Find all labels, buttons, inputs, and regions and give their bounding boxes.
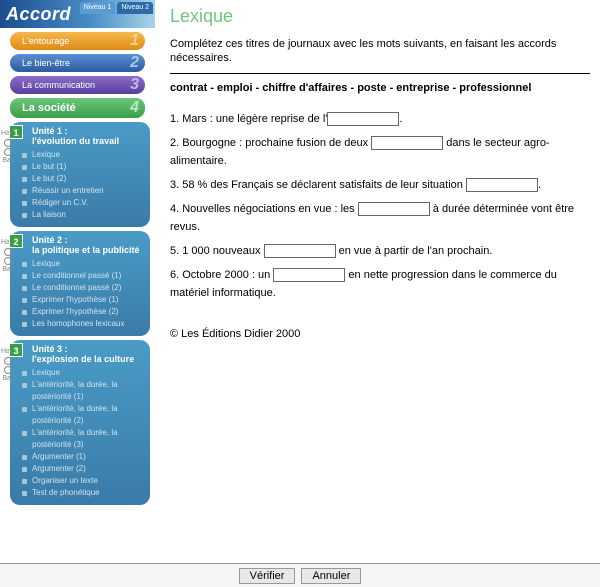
unit-item[interactable]: Rédiger un C.V. [16, 197, 144, 209]
unit-item[interactable]: Lexique [16, 149, 144, 161]
question-text-pre: 1. Mars : une légère reprise de l' [170, 113, 327, 125]
unit-block: HautBas1Unité 1 :l'évolution du travailL… [10, 122, 150, 227]
question-line: 2. Bourgogne : prochaine fusion de deux … [170, 134, 590, 170]
unit-item[interactable]: Le but (1) [16, 161, 144, 173]
unit-title: Unité 1 :l'évolution du travail [32, 126, 144, 146]
unit-item[interactable]: Organiser un texte [16, 475, 144, 487]
unit-badge: 1 [9, 125, 23, 139]
unit-item[interactable]: L'antériorité, la durée, la postériorité… [16, 403, 144, 427]
copyright: © Les Éditions Didier 2000 [170, 328, 590, 340]
down-icon[interactable] [4, 366, 12, 374]
divider [170, 73, 590, 74]
answer-input[interactable] [358, 202, 430, 216]
unit-badge: 2 [9, 234, 23, 248]
unit-item[interactable]: Exprimer l'hypothèse (2) [16, 306, 144, 318]
question-line: 1. Mars : une légère reprise de l'. [170, 110, 590, 128]
answer-input[interactable] [273, 268, 345, 282]
level-tab-1[interactable]: Niveau 1 [80, 2, 116, 14]
brand-text: Accord [6, 4, 71, 25]
unit-title: Unité 2 :la politique et la publicité [32, 235, 144, 255]
unit-item[interactable]: Test de phonétique [16, 487, 144, 499]
unit-title: Unité 3 :l'explosion de la culture [32, 344, 144, 364]
verify-button[interactable]: Vérifier [239, 568, 296, 584]
question-line: 6. Octobre 2000 : un en nette progressio… [170, 266, 590, 302]
down-icon[interactable] [4, 257, 12, 265]
up-icon[interactable] [4, 139, 12, 147]
cancel-button[interactable]: Annuler [301, 568, 361, 584]
unit-item[interactable]: Les homophones lexicaux [16, 318, 144, 330]
down-icon[interactable] [4, 148, 12, 156]
question-text-pre: 3. 58 % des Français se déclarent satisf… [170, 179, 466, 191]
unit-item[interactable]: Argumenter (2) [16, 463, 144, 475]
level-tab-2[interactable]: Niveau 2 [117, 2, 153, 14]
instructions: Complétez ces titres de journaux avec le… [170, 37, 590, 65]
page-title: Lexique [170, 6, 590, 27]
unit-item[interactable]: Le but (2) [16, 173, 144, 185]
unit-item[interactable]: Lexique [16, 367, 144, 379]
question-text-pre: 5. 1 000 nouveaux [170, 245, 264, 257]
footer-bar: Vérifier Annuler [0, 563, 600, 587]
unit-item[interactable]: Réussir un entretien [16, 185, 144, 197]
unit-item[interactable]: Le conditionnel passé (2) [16, 282, 144, 294]
question-text-post: . [399, 113, 402, 125]
level-tabs: Niveau 1 Niveau 2 [80, 2, 153, 14]
unit-items: LexiqueLe conditionnel passé (1)Le condi… [16, 258, 144, 330]
unit-block: HautBas2Unité 2 :la politique et la publ… [10, 231, 150, 336]
question-line: 4. Nouvelles négociations en vue : les à… [170, 200, 590, 236]
answer-input[interactable] [371, 136, 443, 150]
unit-item[interactable]: Argumenter (1) [16, 451, 144, 463]
answer-input[interactable] [466, 178, 538, 192]
unit-block: HautBas3Unité 3 :l'explosion de la cultu… [10, 340, 150, 505]
up-icon[interactable] [4, 357, 12, 365]
brand-banner: Accord Niveau 1 Niveau 2 [0, 0, 155, 28]
unit-item[interactable]: Lexique [16, 258, 144, 270]
nav-tab-entourage[interactable]: L'entourage 1 [10, 32, 145, 50]
nav-tabs: L'entourage 1 Le bien-être 2 La communic… [0, 28, 155, 118]
unit-items: LexiqueL'antériorité, la durée, la posté… [16, 367, 144, 499]
question-line: 5. 1 000 nouveaux en vue à partir de l'a… [170, 242, 590, 260]
up-icon[interactable] [4, 248, 12, 256]
answer-input[interactable] [264, 244, 336, 258]
question-text-post: . [538, 179, 541, 191]
bas-label: Bas [1, 157, 16, 165]
unit-item[interactable]: Le conditionnel passé (1) [16, 270, 144, 282]
sidebar: Accord Niveau 1 Niveau 2 L'entourage 1 L… [0, 0, 155, 500]
answer-input[interactable] [327, 112, 399, 126]
unit-item[interactable]: L'antériorité, la durée, la postériorité… [16, 379, 144, 403]
question-text-pre: 6. Octobre 2000 : un [170, 269, 273, 281]
word-list: contrat - emploi - chiffre d'affaires - … [170, 82, 590, 94]
unit-item[interactable]: La liaison [16, 209, 144, 221]
bas-label: Bas [1, 375, 16, 383]
nav-tab-communication[interactable]: La communication 3 [10, 76, 145, 94]
main-content: Lexique Complétez ces titres de journaux… [170, 6, 590, 340]
question-line: 3. 58 % des Français se déclarent satisf… [170, 176, 590, 194]
unit-badge: 3 [9, 343, 23, 357]
unit-items: LexiqueLe but (1)Le but (2)Réussir un en… [16, 149, 144, 221]
question-text-post: en vue à partir de l'an prochain. [336, 245, 493, 257]
nav-tab-societe[interactable]: La société 4 [10, 98, 145, 118]
unit-item[interactable]: Exprimer l'hypothèse (1) [16, 294, 144, 306]
bas-label: Bas [1, 266, 16, 274]
question-text-pre: 4. Nouvelles négociations en vue : les [170, 203, 358, 215]
question-text-pre: 2. Bourgogne : prochaine fusion de deux [170, 137, 371, 149]
unit-item[interactable]: L'antériorité, la durée, la postériorité… [16, 427, 144, 451]
nav-tab-bienetre[interactable]: Le bien-être 2 [10, 54, 145, 72]
